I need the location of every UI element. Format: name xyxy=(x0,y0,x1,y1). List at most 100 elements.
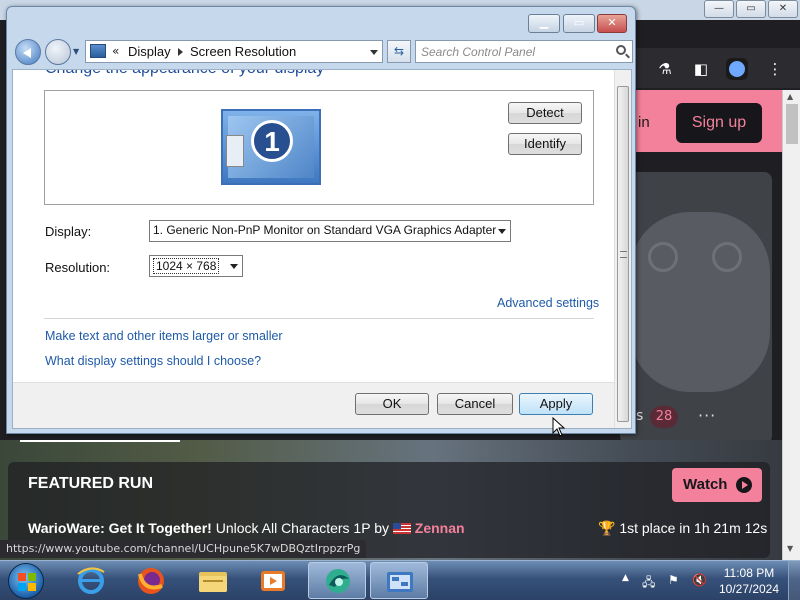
monitor-number: 1 xyxy=(251,120,293,162)
show-desktop-button[interactable] xyxy=(788,561,800,600)
network-icon[interactable]: 🖧 xyxy=(642,573,655,594)
screen-resolution-window: ▁ ▭ ✕ ▼ « Display Screen Resolution ⇆ Se… xyxy=(6,6,636,434)
refresh-button[interactable]: ⇆ xyxy=(387,40,411,63)
content-area: Change the appearance of your display 1 … xyxy=(12,69,632,429)
taskbar-internet-explorer[interactable] xyxy=(62,562,120,599)
browser-app-icon xyxy=(326,569,350,593)
scroll-up-arrow-icon[interactable]: ▲ xyxy=(787,92,793,101)
scroll-down-arrow-icon[interactable]: ▼ xyxy=(787,544,793,553)
taskbar-control-panel[interactable] xyxy=(370,562,428,599)
game-title[interactable]: WarioWare: Get It Together! xyxy=(28,520,212,536)
browser-minimize-button[interactable]: — xyxy=(704,0,734,18)
profile-avatar-icon[interactable] xyxy=(726,58,748,80)
page-scrollbar[interactable]: ▲ ▼ xyxy=(782,90,800,560)
clock-time[interactable]: 11:08 PM xyxy=(716,566,782,580)
thumbnail-eye-left xyxy=(648,242,678,272)
control-panel-icon xyxy=(90,44,106,58)
content-scrollbar-thumb[interactable] xyxy=(617,86,629,422)
breadcrumb-display[interactable]: Display xyxy=(128,44,171,59)
thumbnail-artwork xyxy=(630,212,770,392)
breadcrumb-screen-resolution[interactable]: Screen Resolution xyxy=(190,44,296,59)
site-header: in Sign up xyxy=(636,90,782,152)
address-bar[interactable]: « Display Screen Resolution xyxy=(85,40,383,63)
taskbar-browser-active[interactable] xyxy=(308,562,366,599)
chevron-down-icon xyxy=(498,229,506,234)
internet-explorer-icon xyxy=(77,567,105,594)
monitor-window-preview xyxy=(226,135,244,167)
taskbar-file-explorer[interactable] xyxy=(184,562,242,599)
windows-logo-icon xyxy=(18,573,36,591)
comments-label: s xyxy=(636,408,644,424)
minimize-button[interactable]: ▁ xyxy=(528,14,560,33)
signup-button[interactable]: Sign up xyxy=(676,103,762,143)
display-select-value: 1. Generic Non-PnP Monitor on Standard V… xyxy=(153,223,497,237)
search-icon[interactable] xyxy=(616,45,626,55)
advanced-settings-link[interactable]: Advanced settings xyxy=(497,296,599,310)
show-hidden-icons-icon[interactable]: ▲ xyxy=(622,573,629,583)
identify-button[interactable]: Identify xyxy=(508,133,582,155)
recent-pages-dropdown-icon[interactable]: ▼ xyxy=(73,47,79,56)
labs-flask-icon[interactable]: ⚗ xyxy=(654,58,676,80)
chevron-down-icon xyxy=(230,264,238,269)
dialog-footer: OK Cancel Apply xyxy=(13,382,615,428)
status-bar-url: https://www.youtube.com/channel/UCHpune5… xyxy=(0,540,367,558)
detect-button[interactable]: Detect xyxy=(508,102,582,124)
media-player-icon xyxy=(261,571,285,591)
taskbar-firefox[interactable] xyxy=(122,562,180,599)
apply-button[interactable]: Apply xyxy=(519,393,593,415)
featured-run-title: FEATURED RUN xyxy=(28,475,154,492)
ok-button[interactable]: OK xyxy=(355,393,429,415)
scrollbar-thumb[interactable] xyxy=(786,104,798,144)
action-center-flag-icon[interactable]: ⚑ xyxy=(668,573,679,587)
runner-name-link[interactable]: Zennan xyxy=(415,520,465,536)
breadcrumb-separator-icon[interactable] xyxy=(178,48,183,56)
text-size-link[interactable]: Make text and other items larger or smal… xyxy=(45,329,283,343)
display-label: Display: xyxy=(45,224,92,239)
browser-toolbar: ⚗ ◧ ⋮ xyxy=(636,48,800,88)
forward-button[interactable] xyxy=(45,39,71,65)
run-description: WarioWare: Get It Together! Unlock All C… xyxy=(28,520,465,536)
monitor-icon[interactable]: 1 xyxy=(221,109,321,185)
browser-maximize-button[interactable]: ▭ xyxy=(736,0,766,18)
comments-row: s 28 ··· xyxy=(636,404,776,432)
watch-button[interactable]: Watch xyxy=(672,468,762,502)
login-link[interactable]: in xyxy=(638,114,650,131)
start-button[interactable] xyxy=(8,563,44,599)
display-select[interactable]: 1. Generic Non-PnP Monitor on Standard V… xyxy=(149,220,511,242)
monitor-arrangement-panel: 1 Detect Identify xyxy=(44,90,594,205)
clock-date[interactable]: 10/27/2024 xyxy=(716,582,782,596)
watch-label: Watch xyxy=(683,476,728,493)
folder-icon xyxy=(199,572,227,592)
close-button[interactable]: ✕ xyxy=(597,14,627,33)
back-button[interactable] xyxy=(15,39,41,65)
scrollbar-grip-icon xyxy=(620,251,627,258)
search-placeholder: Search Control Panel xyxy=(421,45,536,59)
navigation-bar: ▼ « Display Screen Resolution ⇆ Search C… xyxy=(11,37,633,67)
display-help-link[interactable]: What display settings should I choose? xyxy=(45,354,261,368)
firefox-icon xyxy=(138,568,164,594)
volume-muted-icon[interactable]: 🔇 xyxy=(692,573,707,587)
maximize-button[interactable]: ▭ xyxy=(563,14,595,33)
content-scrollbar[interactable] xyxy=(614,70,631,428)
sidebar-toggle-icon[interactable]: ◧ xyxy=(690,58,712,80)
more-options-icon[interactable]: ··· xyxy=(698,406,716,425)
breadcrumb-overflow[interactable]: « xyxy=(112,44,119,58)
run-category: Unlock All Characters 1P by xyxy=(211,520,393,536)
comment-count-badge[interactable]: 28 xyxy=(650,406,678,428)
page-title: Change the appearance of your display xyxy=(45,70,324,78)
thumbnail-eye-right xyxy=(712,242,742,272)
divider xyxy=(44,318,594,319)
resolution-select[interactable]: 1024 × 768 xyxy=(149,255,243,277)
carousel-progress-line xyxy=(20,440,180,442)
search-input[interactable]: Search Control Panel xyxy=(415,40,633,63)
taskbar-media-player[interactable] xyxy=(244,562,302,599)
play-icon xyxy=(736,477,752,493)
us-flag-icon xyxy=(392,523,411,534)
resolution-label: Resolution: xyxy=(45,260,111,275)
cancel-button[interactable]: Cancel xyxy=(437,393,513,415)
address-dropdown-icon[interactable] xyxy=(370,50,378,55)
resolution-select-value: 1024 × 768 xyxy=(153,258,220,274)
browser-menu-icon[interactable]: ⋮ xyxy=(764,58,786,80)
control-panel-icon xyxy=(387,572,413,592)
browser-close-button[interactable]: ✕ xyxy=(768,0,798,18)
